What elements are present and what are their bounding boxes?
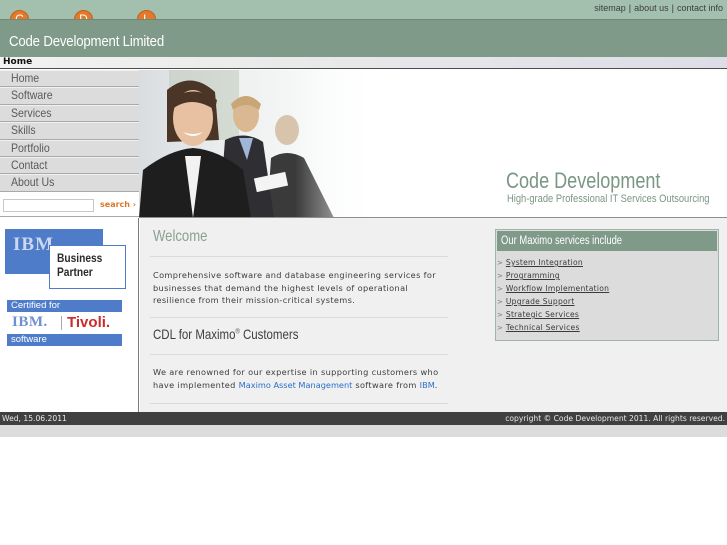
cdl-maximo-text: We are renowned for our expertise in sup…: [153, 366, 453, 391]
services-list: > System Integration > Programming > Workfl…: [496, 252, 718, 334]
cdl-maximo-heading: CDL for Maximo® Customers: [153, 326, 298, 342]
nav-item-label: Services: [11, 105, 52, 120]
certified-for-label: Certified for: [7, 300, 122, 312]
top-links: sitemap | about us | contact info: [594, 3, 723, 13]
list-item: > Programming: [497, 269, 718, 282]
business-partner-line1: Business: [57, 251, 103, 265]
heading-text: Customers: [239, 326, 299, 342]
welcome-heading: Welcome: [153, 228, 208, 245]
nav-item-label: Portfolio: [11, 140, 50, 155]
list-item: > Strategic Services: [497, 308, 718, 321]
divider: [150, 354, 448, 355]
chevron-right-icon: >: [497, 272, 503, 280]
search-area: search ›: [0, 192, 139, 217]
footer-date: Wed, 15.06.2011: [2, 414, 67, 423]
divider: [150, 403, 448, 404]
list-item: > System Integration: [497, 256, 718, 269]
partner-logos: IBM Business Partner Certified for IBM. …: [0, 218, 139, 412]
business-team-photo: [139, 70, 379, 217]
maximo-asset-management-link[interactable]: Maximo Asset Management: [239, 380, 353, 390]
nav-item-home[interactable]: Home: [0, 70, 139, 88]
chevron-right-icon: >: [497, 324, 503, 332]
banner-subtitle: High-grade Professional IT Services Outs…: [507, 193, 710, 205]
heading-text: CDL for Maximo: [153, 326, 236, 342]
divider: [150, 317, 448, 318]
ibm-logo-text: IBM.: [12, 314, 48, 330]
about-us-link[interactable]: about us: [634, 3, 669, 13]
breadcrumb-bar: Home: [0, 57, 727, 69]
service-link-system-integration[interactable]: System Integration: [506, 258, 583, 267]
services-box-title: Our Maximo services include: [497, 231, 717, 251]
services-title-text: Our Maximo services include: [501, 235, 623, 247]
nav-item-about-us[interactable]: About Us: [0, 174, 139, 192]
breadcrumb-current: Home: [3, 57, 33, 67]
banner-title: Code Development: [506, 168, 661, 193]
divider: [61, 316, 62, 330]
service-link-programming[interactable]: Programming: [506, 271, 560, 280]
sitemap-link[interactable]: sitemap: [594, 3, 626, 13]
header-top-strip: C D L sitemap|about us|contact info: [0, 0, 727, 29]
team-photo-illustration: [139, 70, 379, 217]
nav-item-label: Skills: [11, 123, 36, 138]
list-item: > Technical Services: [497, 321, 718, 334]
business-partner-box: Business Partner: [49, 245, 126, 289]
search-button[interactable]: search ›: [100, 200, 136, 209]
software-label: software: [7, 334, 122, 346]
list-item: > Workflow Implementation: [497, 282, 718, 295]
nav-item-services[interactable]: Services: [0, 104, 139, 123]
chevron-right-icon: >: [497, 311, 503, 319]
paragraph-text: software from: [352, 379, 420, 390]
certified-tivoli-logo[interactable]: Certified for IBM. Tivoli. software: [7, 300, 122, 346]
service-link-technical-services[interactable]: Technical Services: [506, 323, 580, 332]
maximo-services-box: Our Maximo services include > System Inte…: [495, 229, 719, 341]
nav-item-portfolio[interactable]: Portfolio: [0, 139, 139, 157]
paragraph-text: .: [434, 379, 438, 390]
footer-copyright: copyright © Code Development 2011. All r…: [505, 414, 725, 423]
left-navigation: Home Software Services Skills Portfolio …: [0, 70, 139, 192]
company-logo-text[interactable]: Code Development Limited: [9, 33, 164, 50]
footer-bottom-strip: [0, 425, 727, 437]
business-partner-line2: Partner: [57, 265, 93, 279]
nav-item-software[interactable]: Software: [0, 87, 139, 105]
service-link-upgrade-support[interactable]: Upgrade Support: [506, 297, 575, 306]
nav-item-skills[interactable]: Skills: [0, 122, 139, 140]
chevron-right-icon: >: [497, 259, 503, 267]
footer: Wed, 15.06.2011 copyright © Code Develop…: [0, 412, 727, 425]
separator: |: [628, 3, 632, 13]
main-content: Welcome Comprehensive software and datab…: [140, 218, 727, 412]
chevron-right-icon: >: [497, 285, 503, 293]
welcome-text: Comprehensive software and database engi…: [153, 270, 436, 305]
separator: |: [671, 3, 674, 13]
divider: [150, 256, 448, 257]
nav-item-label: About Us: [11, 175, 55, 190]
ibm-logo-text: IBM: [13, 234, 54, 255]
tivoli-logo-text: Tivoli.: [67, 314, 111, 331]
hero-banner: Code Development High-grade Professional…: [139, 70, 727, 218]
nav-item-label: Contact: [11, 157, 48, 172]
ibm-link[interactable]: IBM: [420, 380, 435, 390]
ibm-business-partner-logo[interactable]: IBM Business Partner: [5, 229, 126, 290]
nav-item-label: Software: [11, 88, 53, 103]
list-item: > Upgrade Support: [497, 295, 718, 308]
service-link-workflow-implementation[interactable]: Workflow Implementation: [506, 284, 609, 293]
chevron-right-icon: >: [497, 298, 503, 306]
nav-item-contact[interactable]: Contact: [0, 156, 139, 175]
service-link-strategic-services[interactable]: Strategic Services: [506, 310, 579, 319]
contact-info-link[interactable]: contact info: [677, 3, 723, 13]
search-input[interactable]: [3, 199, 94, 212]
nav-item-label: Home: [11, 71, 40, 85]
